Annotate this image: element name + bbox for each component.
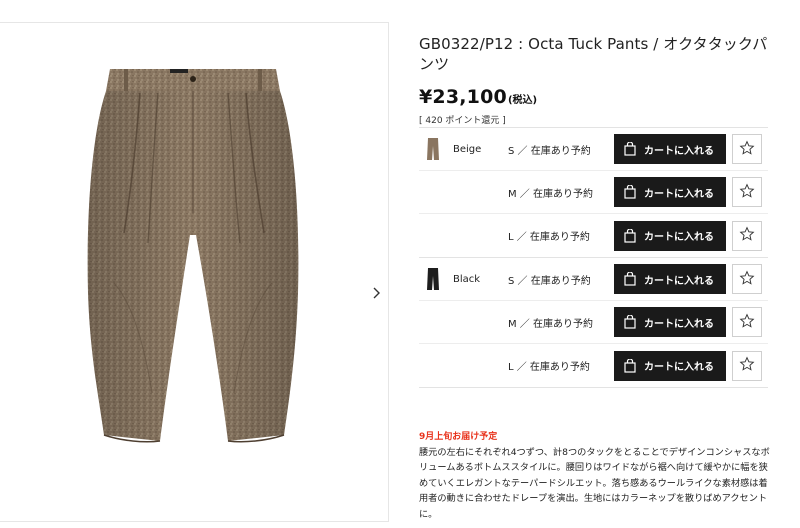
star-outline-icon — [739, 183, 755, 202]
size-stock-label: M ／ 在庫あり予約 — [508, 188, 593, 200]
add-to-cart-button[interactable]: カートに入れる — [614, 220, 726, 251]
shopping-bag-icon — [624, 185, 636, 199]
pants-illustration — [87, 69, 299, 443]
gallery-next-arrow[interactable] — [370, 285, 384, 301]
add-to-cart-label: カートに入れる — [644, 232, 714, 243]
color-swatch-black — [422, 266, 444, 292]
variant-row: L ／ 在庫あり予約 カートに入れる — [419, 344, 768, 387]
price-row: ¥23,100 (税込) — [419, 86, 771, 108]
color-group-beige: Beige S ／ 在庫あり予約 カートに入れる M ／ 在庫あり予約 カートに… — [419, 127, 768, 257]
star-outline-icon — [739, 270, 755, 289]
variant-row: M ／ 在庫あり予約 カートに入れる — [419, 171, 768, 214]
add-to-cart-button[interactable]: カートに入れる — [614, 134, 726, 164]
product-description: 9月上旬お届け予定 腰元の左右にそれぞれ4つずつ、計8つのタックをとることでデザ… — [419, 429, 771, 522]
add-to-cart-button[interactable]: カートに入れる — [614, 177, 726, 207]
favorite-button[interactable] — [732, 220, 762, 251]
shopping-bag-icon — [624, 315, 636, 329]
color-name: Black — [453, 273, 481, 285]
color-label-cell: Black — [419, 266, 499, 292]
favorite-button[interactable] — [732, 264, 762, 294]
product-price: ¥23,100 — [419, 86, 507, 108]
add-to-cart-button[interactable]: カートに入れる — [614, 307, 726, 337]
add-to-cart-label: カートに入れる — [644, 275, 714, 287]
size-stock-label: S ／ 在庫あり予約 — [508, 275, 591, 287]
chevron-right-icon[interactable] — [373, 284, 381, 303]
add-to-cart-button[interactable]: カートに入れる — [614, 350, 726, 381]
variant-list: Beige S ／ 在庫あり予約 カートに入れる M ／ 在庫あり予約 カートに… — [419, 127, 768, 388]
size-stock-label: L ／ 在庫あり予約 — [508, 362, 590, 373]
size-stock-label: L ／ 在庫あり予約 — [508, 232, 590, 243]
variant-row: Beige S ／ 在庫あり予約 カートに入れる — [419, 128, 768, 171]
star-outline-icon — [739, 140, 755, 159]
add-to-cart-label: カートに入れる — [644, 145, 714, 157]
variant-row: Black S ／ 在庫あり予約 カートに入れる — [419, 258, 768, 301]
size-stock-label: S ／ 在庫あり予約 — [508, 145, 591, 157]
favorite-button[interactable] — [732, 350, 762, 381]
shopping-bag-icon — [624, 272, 636, 286]
add-to-cart-label: カートに入れる — [644, 318, 714, 330]
size-stock-label: M ／ 在庫あり予約 — [508, 318, 593, 330]
variant-row: M ／ 在庫あり予約 カートに入れる — [419, 301, 768, 344]
star-outline-icon — [739, 356, 755, 375]
favorite-button[interactable] — [732, 307, 762, 337]
shopping-bag-icon — [624, 142, 636, 156]
product-title: GB0322/P12 : Octa Tuck Pants / オクタタックパンツ — [419, 35, 768, 73]
color-group-black: Black S ／ 在庫あり予約 カートに入れる M ／ 在庫あり予約 カートに… — [419, 257, 768, 387]
favorite-button[interactable] — [732, 134, 762, 164]
add-to-cart-button[interactable]: カートに入れる — [614, 264, 726, 294]
add-to-cart-label: カートに入れる — [644, 362, 714, 373]
color-name: Beige — [453, 143, 482, 155]
product-info: GB0322/P12 : Octa Tuck Pants / オクタタックパンツ… — [419, 34, 771, 126]
shopping-bag-icon — [624, 358, 636, 373]
color-swatch-beige — [422, 136, 444, 162]
favorite-button[interactable] — [732, 177, 762, 207]
description-text: 腰元の左右にそれぞれ4つずつ、計8つのタックをとることでデザインコンシャスなボリ… — [419, 447, 770, 520]
delivery-note: 9月上旬お届け予定 — [419, 432, 498, 442]
points-reward: [ 420 ポイント還元 ] — [419, 116, 506, 126]
product-image-gallery — [0, 22, 389, 522]
product-image — [62, 63, 324, 463]
shopping-bag-icon — [624, 228, 636, 243]
tax-label: (税込) — [507, 95, 538, 106]
divider — [419, 387, 768, 388]
star-outline-icon — [739, 313, 755, 332]
star-outline-icon — [739, 226, 755, 245]
variant-row: L ／ 在庫あり予約 カートに入れる — [419, 214, 768, 257]
color-label-cell: Beige — [419, 136, 499, 162]
add-to-cart-label: カートに入れる — [644, 188, 714, 200]
